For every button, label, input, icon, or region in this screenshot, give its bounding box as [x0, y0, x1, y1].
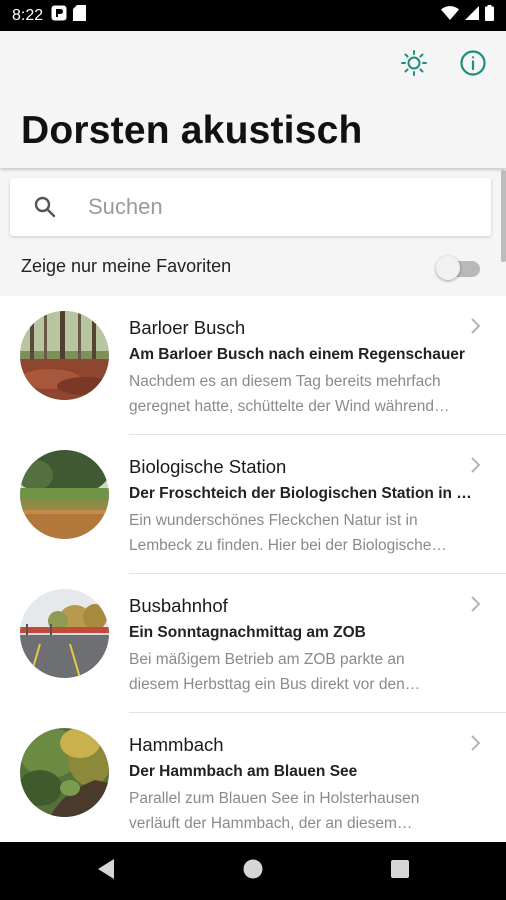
sd-card-icon [73, 5, 87, 26]
status-bar: 8:22 [0, 0, 506, 31]
chevron-right-icon [468, 316, 482, 341]
back-button[interactable] [94, 858, 118, 885]
item-description-line: Lembeck zu finden. Hier bei der Biologis… [129, 537, 447, 554]
search-icon [33, 195, 57, 224]
info-button[interactable] [456, 48, 490, 82]
brightness-icon [400, 49, 428, 82]
list-item[interactable]: Biologische Station Der Froschteich der … [0, 435, 506, 574]
item-description-line: Nachdem es an diesem Tag bereits mehrfac… [129, 373, 441, 390]
list-item[interactable]: Hammbach Der Hammbach am Blauen See Para… [0, 713, 506, 842]
favorites-filter-label: Zeige nur meine Favoriten [21, 256, 232, 276]
brightness-button[interactable] [397, 48, 431, 82]
wifi-icon [441, 6, 459, 25]
item-description-line: Bei mäßigem Betrieb am ZOB parkte an [129, 651, 405, 668]
battery-icon [485, 5, 494, 26]
item-description: Nachdem es an diesem Tag bereits mehrfac… [129, 369, 479, 419]
chevron-right-icon [468, 733, 482, 758]
list-item[interactable]: Barloer Busch Am Barloer Busch nach eine… [0, 296, 506, 435]
item-subtitle: Am Barloer Busch nach einem Regenschauer [129, 346, 465, 363]
item-description-line: verläuft der Hammbach, der an diesem… [129, 815, 413, 832]
thumbnail-image [20, 728, 109, 817]
item-description: Bei mäßigem Betrieb am ZOB parkte an die… [129, 647, 479, 697]
page-title: Dorsten akustisch [21, 109, 363, 152]
app-bar: Dorsten akustisch [0, 31, 506, 168]
item-description: Parallel zum Blauen See in Holsterhausen… [129, 786, 479, 836]
chevron-right-icon [468, 455, 482, 480]
location-list: Barloer Busch Am Barloer Busch nach eine… [0, 296, 506, 842]
search-area: Zeige nur meine Favoriten [0, 168, 506, 296]
app-notification-icon [51, 5, 67, 26]
item-description-line: Parallel zum Blauen See in Holsterhausen [129, 790, 420, 807]
item-title: Barloer Busch [129, 317, 246, 338]
search-bar[interactable] [10, 178, 491, 236]
signal-icon [465, 6, 479, 25]
item-description-line: diesem Herbsttag ein Bus direkt vor den… [129, 676, 421, 693]
item-subtitle: Ein Sonntagnachmittag am ZOB [129, 624, 366, 641]
thumbnail-image [20, 589, 109, 678]
item-title: Busbahnhof [129, 595, 228, 616]
search-input[interactable] [88, 190, 468, 224]
toggle-thumb [436, 256, 460, 280]
thumbnail-image [20, 311, 109, 400]
favorites-toggle[interactable] [436, 255, 482, 281]
navigation-bar [0, 842, 506, 900]
list-item[interactable]: Busbahnhof Ein Sonntagnachmittag am ZOB … [0, 574, 506, 713]
item-title: Hammbach [129, 734, 224, 755]
recents-icon [390, 859, 410, 884]
item-description-line: geregnet hatte, schüttelte der Wind währ… [129, 398, 450, 415]
home-icon [242, 858, 264, 885]
thumbnail-image [20, 450, 109, 539]
status-time: 8:22 [12, 6, 44, 24]
back-icon [96, 858, 116, 885]
item-description-line: Ein wunderschönes Fleckchen Natur ist in [129, 512, 418, 529]
item-description: Ein wunderschönes Fleckchen Natur ist in… [129, 508, 479, 558]
item-subtitle: Der Hammbach am Blauen See [129, 763, 358, 780]
scrollbar[interactable] [501, 170, 506, 262]
item-title: Biologische Station [129, 456, 287, 477]
chevron-right-icon [468, 594, 482, 619]
item-subtitle: Der Froschteich der Biologischen Station… [129, 485, 472, 502]
home-button[interactable] [241, 859, 265, 883]
recents-button[interactable] [388, 859, 412, 883]
info-icon [459, 49, 487, 82]
